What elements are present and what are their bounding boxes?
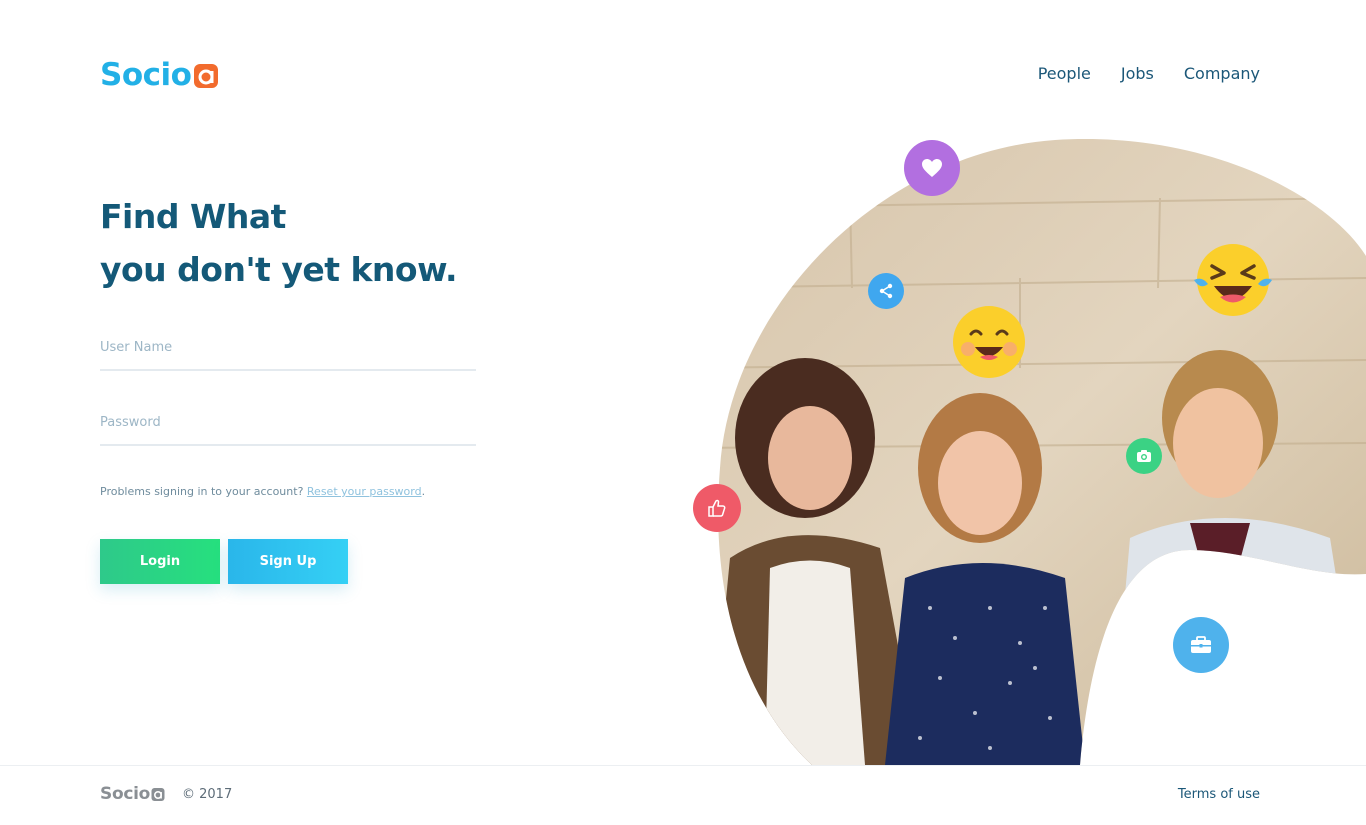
brand-name: Socio [100,57,192,93]
briefcase-icon [1191,636,1211,653]
share-bubble [868,273,904,309]
page-headline: Find What you don't yet know. [100,193,458,299]
reset-password-link[interactable]: Reset your password [307,485,422,498]
headline-line-1: Find What [100,197,286,236]
heart-icon [922,159,942,177]
main-nav: People Jobs Company [1038,64,1260,83]
footer-brand-name: Socio [100,784,151,804]
sign-in-help-label: Problems signing in to your account? [100,485,307,498]
sign-in-help-suffix: . [421,485,426,498]
laughing-emoji [1194,244,1272,316]
headline-line-2: you don't yet know. [100,250,458,289]
share-icon [879,283,893,299]
hero-photo [690,138,1366,765]
smiling-emoji [953,306,1025,378]
at-sign-logo-icon [151,787,165,801]
briefcase-bubble [1173,617,1229,673]
terms-of-use-link[interactable]: Terms of use [1178,787,1260,802]
brand-logo[interactable]: Socio [100,58,219,92]
heart-bubble [904,140,960,196]
thumbs-up-icon [708,499,726,517]
sign-in-help-text: Problems signing in to your account? Res… [100,485,425,498]
password-field[interactable] [100,415,476,446]
login-button[interactable]: Login [100,539,220,584]
camera-bubble [1126,438,1162,474]
username-field[interactable] [100,340,476,371]
nav-item-company[interactable]: Company [1184,64,1260,83]
camera-icon [1137,450,1151,462]
nav-item-jobs[interactable]: Jobs [1121,64,1154,83]
copyright-text: © 2017 [182,787,233,802]
footer-divider [0,765,1366,766]
footer-logo[interactable]: Socio [100,784,165,804]
thumbs-up-bubble [693,484,741,532]
sign-up-button[interactable]: Sign Up [228,539,348,584]
at-sign-logo-icon [194,64,219,88]
nav-item-people[interactable]: People [1038,64,1091,83]
